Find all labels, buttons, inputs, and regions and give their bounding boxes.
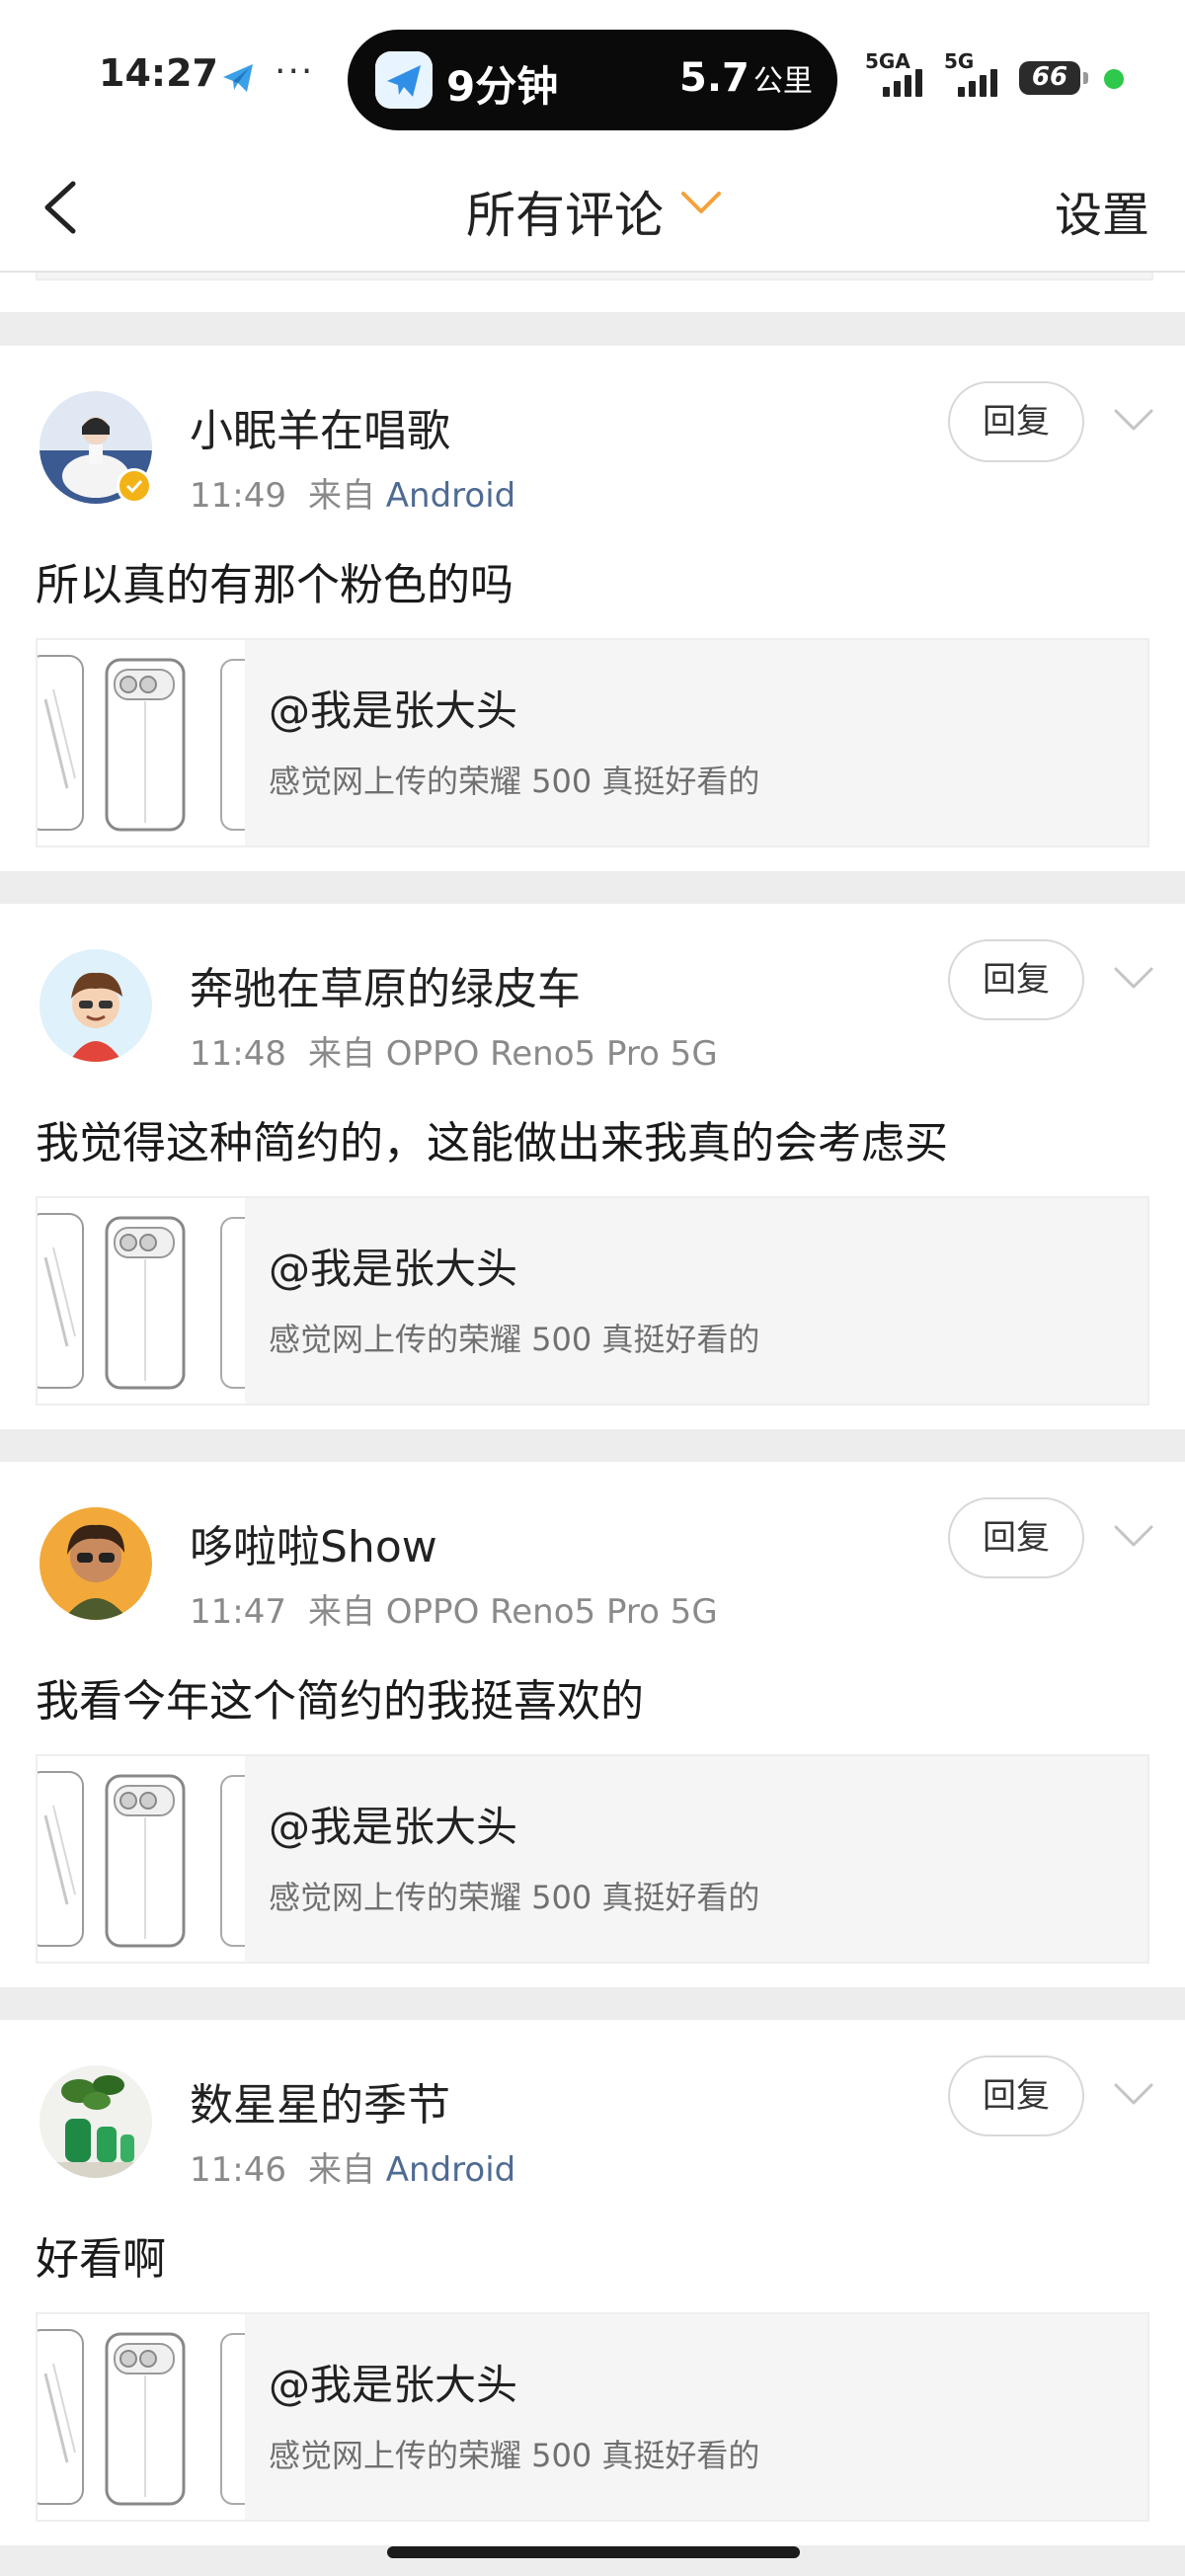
navigation-distance: 5.7 公里 (679, 55, 813, 101)
comment-from-label: 来自 (307, 476, 375, 516)
comment-meta: 11:47 来自 OPPO Reno5 Pro 5G (190, 1584, 718, 1633)
comment-text: 我看今年这个简约的我挺喜欢的 (36, 1676, 644, 1727)
comment-text: 所以真的有那个粉色的吗 (36, 560, 514, 610)
home-indicator[interactable] (387, 2546, 800, 2558)
comment-card[interactable]: 奔驰在草原的绿皮车 11:48 来自 OPPO Reno5 Pro 5G 回复 我… (0, 904, 1185, 1429)
comment-time: 11:47 (190, 1592, 286, 1632)
comment-card[interactable]: 数星星的季节 11:46 来自 Android 回复 好看啊 @我是张大头 感觉网… (0, 2020, 1185, 2545)
avatar[interactable] (40, 2065, 152, 2178)
reply-button[interactable]: 回复 (948, 1497, 1084, 1578)
navigation-app-icon (375, 51, 433, 109)
comment-time: 11:49 (190, 476, 286, 516)
status-bar: 14:27 ··· 9分钟 5.7 公里 5GA 5G 66 (0, 0, 1185, 148)
comment-username[interactable]: 哆啦啦Show (190, 1511, 437, 1574)
signal-5ga: 5GA (865, 49, 936, 97)
comment-from-label: 来自 (307, 1592, 375, 1632)
chevron-down-icon[interactable] (1112, 1521, 1155, 1551)
reply-button[interactable]: 回复 (948, 2055, 1084, 2136)
quoted-post-author[interactable]: @我是张大头 (269, 1794, 517, 1854)
quoted-post-author[interactable]: @我是张大头 (269, 678, 517, 738)
settings-button[interactable]: 设置 (1055, 176, 1149, 245)
comment-username[interactable]: 奔驰在草原的绿皮车 (190, 953, 581, 1016)
battery-icon: 66 (1019, 61, 1088, 95)
comment-from-label: 来自 (307, 1034, 375, 1074)
quoted-post-text: 感觉网上传的荣耀 500 真挺好看的 (269, 2437, 760, 2474)
privacy-indicator-dot (1104, 69, 1124, 89)
quoted-post[interactable]: @我是张大头 感觉网上传的荣耀 500 真挺好看的 (36, 2312, 1149, 2522)
chevron-down-icon[interactable] (1112, 2079, 1155, 2109)
quoted-post-text: 感觉网上传的荣耀 500 真挺好看的 (269, 1879, 760, 1916)
quoted-post-thumbnail (38, 2314, 245, 2520)
quoted-post-thumbnail (38, 1198, 245, 1404)
distance-unit: 公里 (752, 64, 813, 99)
quoted-post-text: 感觉网上传的荣耀 500 真挺好看的 (269, 1321, 760, 1358)
chevron-down-icon[interactable] (679, 188, 723, 217)
status-more-dots: ··· (275, 51, 315, 92)
signal-bars-icon (883, 69, 922, 97)
quoted-post-author[interactable]: @我是张大头 (269, 1236, 517, 1296)
comment-username[interactable]: 数星星的季节 (190, 2069, 450, 2133)
verified-badge-icon (117, 468, 152, 504)
avatar[interactable] (40, 1507, 152, 1620)
page-title[interactable]: 所有评论 (466, 176, 664, 247)
comment-time: 11:48 (190, 1034, 286, 1074)
comment-card[interactable]: 哆啦啦Show 11:47 来自 OPPO Reno5 Pro 5G 回复 我看今… (0, 1462, 1185, 1987)
comment-text: 好看啊 (36, 2234, 166, 2285)
comment-card[interactable]: 小眠羊在唱歌 11:49 来自 Android 回复 所以真的有那个粉色的吗 @我… (0, 346, 1185, 871)
quoted-post-text: 感觉网上传的荣耀 500 真挺好看的 (269, 763, 760, 800)
nav-bar: 所有评论 设置 (0, 148, 1185, 273)
comment-meta: 11:46 来自 Android (190, 2142, 515, 2191)
comment-source[interactable]: Android (386, 476, 515, 516)
comment-meta: 11:48 来自 OPPO Reno5 Pro 5G (190, 1026, 718, 1075)
signal-5g: 5G (944, 49, 1007, 97)
comment-source[interactable]: Android (386, 2150, 515, 2190)
quoted-post[interactable]: @我是张大头 感觉网上传的荣耀 500 真挺好看的 (36, 638, 1149, 847)
quoted-post[interactable]: @我是张大头 感觉网上传的荣耀 500 真挺好看的 (36, 1196, 1149, 1406)
quoted-post-author[interactable]: @我是张大头 (269, 2352, 517, 2412)
distance-value: 5.7 (679, 55, 750, 101)
comment-time: 11:46 (190, 2150, 286, 2190)
comment-source: OPPO Reno5 Pro 5G (385, 1034, 718, 1074)
comment-from-label: 来自 (307, 2150, 375, 2190)
back-arrow-icon[interactable] (34, 176, 93, 239)
telegram-icon (223, 64, 253, 92)
comment-text: 我觉得这种简约的，这能做出来我真的会考虑买 (36, 1118, 948, 1168)
partial-comment-card (0, 273, 1185, 312)
quoted-post-thumbnail (38, 1756, 245, 1962)
signal-bars-icon (958, 69, 997, 97)
battery-level: 66 (1031, 62, 1068, 92)
navigation-minutes: 9分钟 (446, 62, 559, 111)
chevron-down-icon[interactable] (1112, 405, 1155, 435)
comment-meta: 11:49 来自 Android (190, 468, 515, 517)
avatar[interactable] (40, 949, 152, 1062)
chevron-down-icon[interactable] (1112, 963, 1155, 993)
reply-button[interactable]: 回复 (948, 939, 1084, 1020)
comment-username[interactable]: 小眠羊在唱歌 (190, 395, 450, 458)
dynamic-island-navigation[interactable]: 9分钟 5.7 公里 (348, 30, 837, 130)
reply-button[interactable]: 回复 (948, 381, 1084, 462)
quoted-post[interactable]: @我是张大头 感觉网上传的荣耀 500 真挺好看的 (36, 1754, 1149, 1964)
status-time: 14:27 (99, 51, 218, 95)
quoted-post-thumbnail (38, 640, 245, 845)
comment-source: OPPO Reno5 Pro 5G (385, 1592, 718, 1632)
